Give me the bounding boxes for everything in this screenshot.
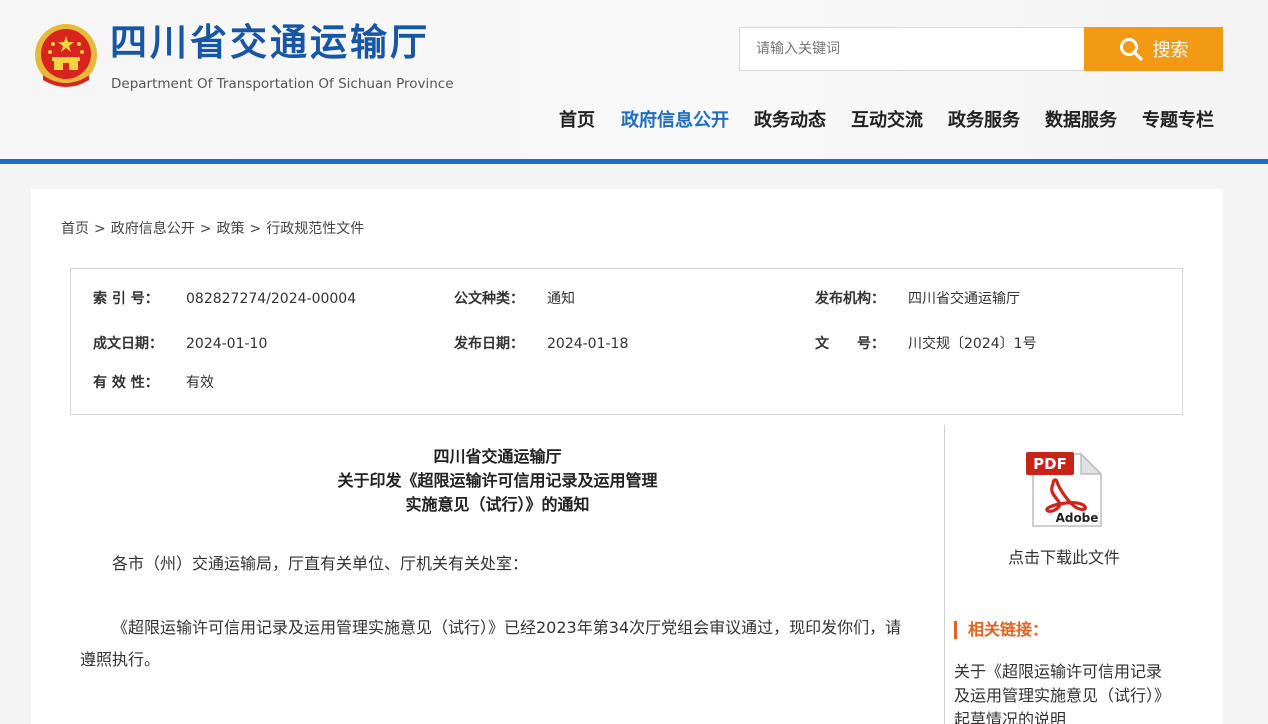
nav-item-gov-services[interactable]: 政务服务 xyxy=(948,106,1020,136)
index-number-label: 索 引 号： xyxy=(93,291,159,307)
doc-type-label: 公文种类： xyxy=(454,291,524,307)
document-body-line: 遵照执行。 xyxy=(80,650,161,669)
adobe-text: Adobe xyxy=(1056,511,1099,525)
written-date-label: 成文日期： xyxy=(93,336,163,352)
breadcrumb-separator: > xyxy=(94,221,106,237)
nav-item-gov-news[interactable]: 政务动态 xyxy=(754,106,826,136)
doc-number-value: 川交规〔2024〕1号 xyxy=(908,336,1037,352)
doc-type-value: 通知 xyxy=(547,291,575,307)
nav-item-interaction[interactable]: 互动交流 xyxy=(851,106,923,136)
document-salutation: 各市（州）交通运输局，厅直有关单位、厅机关有关处室： xyxy=(112,554,529,573)
index-number-value: 082827274/2024-00004 xyxy=(186,291,357,307)
site-subtitle: Department Of Transportation Of Sichuan … xyxy=(111,76,454,92)
document-body-line: 《超限运输许可信用记录及运用管理实施意见（试行）》已经2023年第34次厅党组会… xyxy=(112,618,902,637)
search-input[interactable] xyxy=(740,28,1085,70)
site-header: 四川省交通运输厅 Department Of Transportation Of… xyxy=(0,0,1268,160)
breadcrumb: 首页 > 政府信息公开 > 政策 > 行政规范性文件 xyxy=(61,218,364,240)
validity-value: 有效 xyxy=(186,375,214,391)
nav-item-data-services[interactable]: 数据服务 xyxy=(1045,106,1117,136)
document-meta-table: 索 引 号： 082827274/2024-00004 公文种类： 通知 发布机… xyxy=(70,268,1183,415)
main-nav: 首页 政府信息公开 政务动态 互动交流 政务服务 数据服务 专题专栏 xyxy=(0,106,1268,136)
publisher-value: 四川省交通运输厅 xyxy=(908,291,1020,307)
validity-label: 有 效 性： xyxy=(93,375,159,391)
content-panel: 首页 > 政府信息公开 > 政策 > 行政规范性文件 索 引 号： 082827274/20… xyxy=(31,189,1223,724)
breadcrumb-normative-docs[interactable]: 行政规范性文件 xyxy=(266,221,364,237)
publish-date-label: 发布日期： xyxy=(454,336,524,352)
nav-item-gov-info-disclosure[interactable]: 政府信息公开 xyxy=(621,106,729,136)
nav-item-home[interactable]: 首页 xyxy=(559,106,595,136)
breadcrumb-home[interactable]: 首页 xyxy=(61,221,89,237)
search-button[interactable]: 搜索 xyxy=(1084,27,1223,71)
related-links-heading: 相关链接： xyxy=(954,618,1048,642)
publisher-label: 发布机构： xyxy=(815,291,885,307)
search-icon xyxy=(1119,38,1143,61)
document-title-line: 实施意见（试行）》的通知 xyxy=(405,495,590,514)
download-file-link[interactable]: 点击下载此文件 xyxy=(1004,546,1124,570)
breadcrumb-separator: > xyxy=(199,221,212,237)
document-title-line: 关于印发《超限运输许可信用记录及运用管理 xyxy=(337,471,658,490)
breadcrumb-separator: > xyxy=(249,221,262,237)
doc-number-label: 文 号： xyxy=(815,336,885,352)
search-button-label: 搜索 xyxy=(1152,40,1189,61)
pdf-badge-text: PDF xyxy=(1033,455,1067,473)
national-emblem-icon xyxy=(35,24,97,87)
pdf-download-icon[interactable]: PDF Adobe xyxy=(1025,448,1105,530)
document-title-line: 四川省交通运输厅 xyxy=(433,447,562,466)
column-divider xyxy=(944,425,945,724)
header-divider xyxy=(0,159,1268,164)
written-date-value: 2024-01-10 xyxy=(186,336,268,352)
site-title[interactable]: 四川省交通运输厅 xyxy=(110,18,430,68)
publish-date-value: 2024-01-18 xyxy=(547,336,629,352)
related-link-item[interactable]: 关于《超限运输许可信用记录及运用管理实施意见（试行）》起草情况的说明 xyxy=(954,660,1169,724)
breadcrumb-policy[interactable]: 政策 xyxy=(216,221,244,237)
document-title: 四川省交通运输厅 关于印发《超限运输许可信用记录及运用管理 实施意见（试行）》的… xyxy=(71,445,924,517)
search-box xyxy=(739,27,1085,71)
breadcrumb-gov-info[interactable]: 政府信息公开 xyxy=(111,221,195,237)
nav-item-special-topics[interactable]: 专题专栏 xyxy=(1142,106,1214,136)
